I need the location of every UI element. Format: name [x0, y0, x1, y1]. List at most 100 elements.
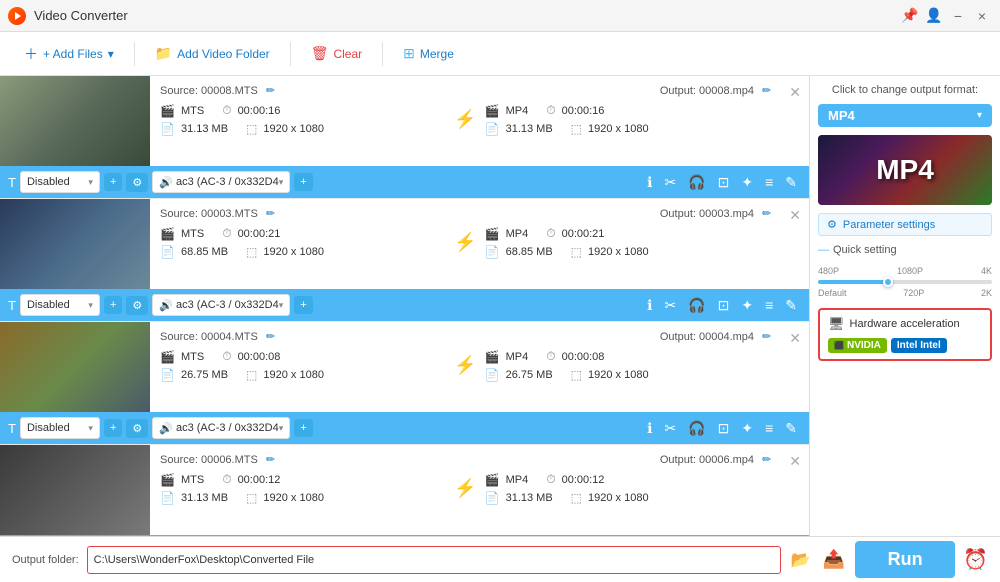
user-icon[interactable]: 👤: [924, 6, 944, 26]
output-edit-icon[interactable]: ✏: [762, 207, 771, 220]
quality-slider[interactable]: 480P 1080P 4K Default 720P 2K: [818, 264, 992, 300]
edit-icon[interactable]: ✏: [266, 330, 275, 343]
subtitle-text-button[interactable]: ✎: [781, 172, 801, 193]
output-edit-icon[interactable]: ✏: [762, 84, 771, 97]
intel-badge[interactable]: Intel Intel: [891, 338, 947, 353]
edit-icon[interactable]: ✏: [266, 207, 275, 220]
remove-file-button[interactable]: ✕: [781, 326, 809, 351]
add-files-dropdown-icon[interactable]: ▾: [108, 47, 114, 61]
run-button[interactable]: Run: [855, 541, 955, 578]
slider-thumb[interactable]: [883, 277, 893, 287]
output-edit-icon[interactable]: ✏: [762, 453, 771, 466]
subtitle-value: Disabled: [27, 422, 88, 434]
cut-button[interactable]: ✂: [660, 418, 680, 439]
headphone-button[interactable]: 🎧: [684, 418, 709, 439]
subtitle-icon: T: [8, 421, 16, 436]
clear-button[interactable]: 🗑 Clear: [299, 39, 374, 68]
effect-button[interactable]: ✦: [737, 418, 757, 439]
slider-track[interactable]: [818, 280, 992, 284]
file-item: Source: 00008.MTS ✏ Output: 00008.mp4 ✏ …: [0, 76, 809, 199]
output-details: 🎬 MP4 ⏱ 00:00:12 📄 31.13 MB ⬚ 1920 x 108…: [485, 472, 772, 505]
subtitle-settings-button[interactable]: ⚙: [126, 173, 148, 192]
watermark-button[interactable]: ≡: [761, 418, 777, 438]
clock-icon: ⏱: [222, 103, 231, 118]
add-audio-button[interactable]: +: [294, 296, 312, 314]
audio-dropdown[interactable]: 🔊 ac3 (AC-3 / 0x332D4 ▾: [152, 294, 290, 316]
subtitle-dropdown[interactable]: Disabled ▾: [20, 417, 100, 439]
subtitle-dropdown[interactable]: Disabled ▾: [20, 294, 100, 316]
merge-button[interactable]: ⊞ Merge: [391, 39, 466, 68]
toolbar: ＋ + Add Files ▾ 📁 Add Video Folder 🗑 Cle…: [0, 32, 1000, 76]
headphone-button[interactable]: 🎧: [684, 172, 709, 193]
info-button[interactable]: ℹ: [643, 295, 656, 316]
output-label: Output: 00004.mp4: [660, 331, 754, 343]
subtitle-settings-button[interactable]: ⚙: [126, 296, 148, 315]
right-panel: Click to change output format: MP4 ▾ MP4…: [810, 76, 1000, 536]
parameter-settings-button[interactable]: ⚙ Parameter settings: [818, 213, 992, 236]
add-files-button[interactable]: ＋ + Add Files ▾: [12, 38, 126, 70]
pin-icon[interactable]: 📌: [900, 6, 920, 26]
add-subtitle-button[interactable]: +: [104, 173, 122, 191]
subtitle-settings-button[interactable]: ⚙: [126, 419, 148, 438]
alarm-button[interactable]: ⏰: [963, 547, 988, 572]
add-audio-button[interactable]: +: [294, 173, 312, 191]
output-edit-icon[interactable]: ✏: [762, 330, 771, 343]
format-dropdown-icon: ▾: [977, 110, 982, 121]
remove-file-button[interactable]: ✕: [781, 80, 809, 105]
edit-icon[interactable]: ✏: [266, 453, 275, 466]
info-button[interactable]: ℹ: [643, 172, 656, 193]
divider-3: [382, 42, 383, 66]
remove-file-button[interactable]: ✕: [781, 203, 809, 228]
info-button[interactable]: ℹ: [643, 418, 656, 439]
crop-button[interactable]: ⊡: [714, 418, 734, 439]
divider-2: [290, 42, 291, 66]
headphone-button[interactable]: 🎧: [684, 295, 709, 316]
file-details: 🎬 MTS ⏱ 00:00:21 📄 68.85 MB ⬚ 1920 x 108…: [160, 226, 771, 259]
file-row: Source: 00006.MTS ✏ Output: 00006.mp4 ✏ …: [0, 445, 809, 535]
subtitle-dropdown-arrow: ▾: [88, 423, 93, 434]
file-control-bar: T Disabled ▾ + ⚙ 🔊 ac3 (AC-3 / 0x332D4 ▾…: [0, 289, 809, 321]
subtitle-text-button[interactable]: ✎: [781, 295, 801, 316]
format-selector[interactable]: MP4 ▾: [818, 104, 992, 127]
file-icon: 📄: [160, 491, 175, 505]
effect-button[interactable]: ✦: [737, 295, 757, 316]
res-icon: ⬚: [246, 245, 257, 259]
video-icon: 🎬: [160, 104, 175, 118]
nvidia-badge[interactable]: ⬛ NVIDIA: [828, 338, 887, 353]
cut-button[interactable]: ✂: [660, 172, 680, 193]
remove-file-button[interactable]: ✕: [781, 449, 809, 474]
watermark-button[interactable]: ≡: [761, 295, 777, 315]
cut-button[interactable]: ✂: [660, 295, 680, 316]
subtitle-dropdown[interactable]: Disabled ▾: [20, 171, 100, 193]
format-preview-text: MP4: [876, 154, 934, 186]
add-subtitle-button[interactable]: +: [104, 419, 122, 437]
merge-label: Merge: [420, 47, 454, 61]
add-subtitle-button[interactable]: +: [104, 296, 122, 314]
subtitle-text-button[interactable]: ✎: [781, 418, 801, 439]
clock-icon: ⏱: [222, 349, 231, 364]
export-button[interactable]: 📤: [821, 547, 847, 572]
audio-icon: 🔊: [159, 422, 173, 435]
audio-dropdown[interactable]: 🔊 ac3 (AC-3 / 0x332D4 ▾: [152, 171, 290, 193]
subtitle-dropdown-arrow: ▾: [88, 300, 93, 311]
crop-button[interactable]: ⊡: [714, 295, 734, 316]
clock-icon: ⏱: [222, 472, 231, 487]
crop-button[interactable]: ⊡: [714, 172, 734, 193]
minimize-button[interactable]: −: [948, 6, 968, 26]
watermark-button[interactable]: ≡: [761, 172, 777, 192]
app-icon: [8, 7, 26, 25]
divider-1: [134, 42, 135, 66]
file-thumbnail: [0, 445, 150, 535]
audio-dropdown-arrow: ▾: [279, 177, 284, 188]
add-audio-button[interactable]: +: [294, 419, 312, 437]
browse-folder-button[interactable]: 📂: [789, 548, 813, 572]
close-button[interactable]: ×: [972, 6, 992, 26]
add-folder-button[interactable]: 📁 Add Video Folder: [143, 39, 282, 68]
output-folder-input[interactable]: [87, 546, 781, 574]
audio-value: ac3 (AC-3 / 0x332D4: [176, 176, 279, 188]
trash-icon: 🗑: [311, 45, 329, 62]
file-row: Source: 00008.MTS ✏ Output: 00008.mp4 ✏ …: [0, 76, 809, 166]
effect-button[interactable]: ✦: [737, 172, 757, 193]
audio-dropdown[interactable]: 🔊 ac3 (AC-3 / 0x332D4 ▾: [152, 417, 290, 439]
edit-icon[interactable]: ✏: [266, 84, 275, 97]
